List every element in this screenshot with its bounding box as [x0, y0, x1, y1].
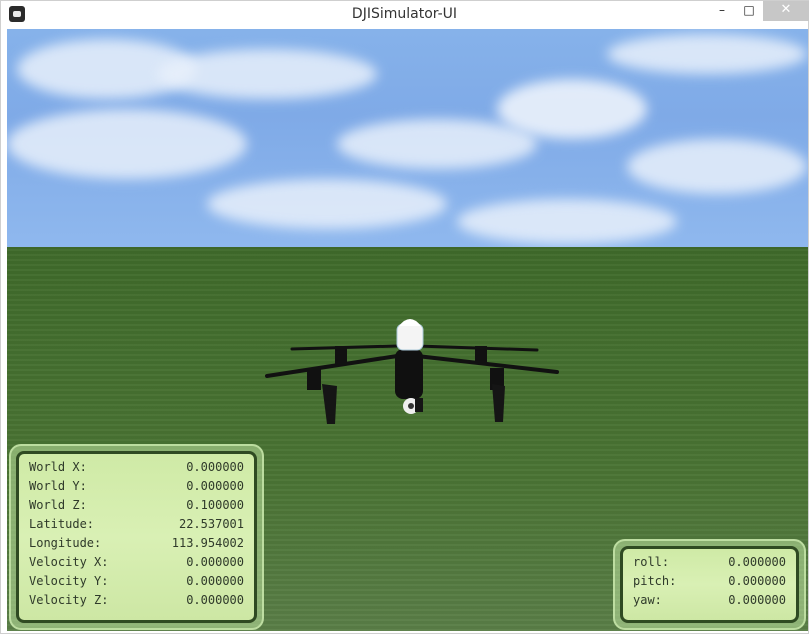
- cloud: [157, 49, 377, 99]
- simulator-window: DJISimulator-UI – □ ✕ World X: 0.000000 …: [0, 0, 809, 634]
- position-telemetry-content: World X: 0.000000 World Y: 0.000000 World …: [16, 451, 257, 623]
- telemetry-row: Velocity Y: 0.000000: [29, 572, 244, 591]
- telemetry-value: 0.000000: [186, 593, 244, 607]
- telemetry-row: roll: 0.000000: [633, 553, 786, 572]
- close-button[interactable]: ✕: [763, 1, 809, 21]
- cloud: [627, 139, 807, 194]
- cloud: [7, 109, 247, 179]
- minimize-button[interactable]: –: [707, 1, 737, 21]
- telemetry-label: roll:: [633, 555, 670, 569]
- telemetry-label: World Z:: [29, 498, 87, 512]
- telemetry-value: 0.000000: [728, 593, 786, 607]
- telemetry-value: 0.000000: [186, 574, 244, 588]
- telemetry-label: World X:: [29, 460, 87, 474]
- telemetry-value: 0.000000: [728, 555, 786, 569]
- sky: [7, 29, 808, 247]
- telemetry-value: 0.000000: [728, 574, 786, 588]
- telemetry-value: 0.100000: [186, 498, 244, 512]
- position-telemetry-panel: World X: 0.000000 World Y: 0.000000 World …: [9, 444, 264, 630]
- telemetry-label: Velocity X:: [29, 555, 109, 569]
- drone-model: [265, 319, 559, 424]
- telemetry-value: 113.954002: [171, 536, 244, 550]
- cloud: [207, 179, 447, 229]
- title-bar[interactable]: DJISimulator-UI – □ ✕: [1, 1, 809, 29]
- window-title: DJISimulator-UI: [351, 6, 458, 22]
- telemetry-row: yaw: 0.000000: [633, 591, 786, 610]
- attitude-telemetry-panel: roll: 0.000000 pitch: 0.000000 yaw: 0.00000…: [613, 539, 806, 630]
- telemetry-label: pitch:: [633, 574, 677, 588]
- telemetry-label: World Y:: [29, 479, 87, 493]
- telemetry-row: World Z: 0.100000: [29, 496, 244, 515]
- telemetry-value: 0.000000: [186, 479, 244, 493]
- maximize-button[interactable]: □: [734, 1, 764, 21]
- cloud: [497, 79, 647, 139]
- attitude-telemetry-content: roll: 0.000000 pitch: 0.000000 yaw: 0.00000…: [620, 546, 799, 623]
- telemetry-value: 22.537001: [178, 517, 244, 531]
- telemetry-row: World Y: 0.000000: [29, 477, 244, 496]
- telemetry-label: Velocity Y:: [29, 574, 109, 588]
- telemetry-row: Longitude: 113.954002: [29, 534, 244, 553]
- telemetry-row: World X: 0.000000: [29, 458, 244, 477]
- telemetry-row: Velocity Z: 0.000000: [29, 591, 244, 610]
- cloud: [337, 119, 537, 169]
- telemetry-label: Velocity Z:: [29, 593, 109, 607]
- telemetry-label: Longitude:: [29, 536, 102, 550]
- simulation-viewport[interactable]: World X: 0.000000 World Y: 0.000000 World …: [7, 29, 808, 631]
- telemetry-label: yaw:: [633, 593, 662, 607]
- cloud: [457, 199, 677, 244]
- telemetry-row: Velocity X: 0.000000: [29, 553, 244, 572]
- telemetry-value: 0.000000: [186, 555, 244, 569]
- telemetry-value: 0.000000: [186, 460, 244, 474]
- telemetry-row: Latitude: 22.537001: [29, 515, 244, 534]
- telemetry-label: Latitude:: [29, 517, 95, 531]
- cloud: [607, 34, 807, 74]
- telemetry-row: pitch: 0.000000: [633, 572, 786, 591]
